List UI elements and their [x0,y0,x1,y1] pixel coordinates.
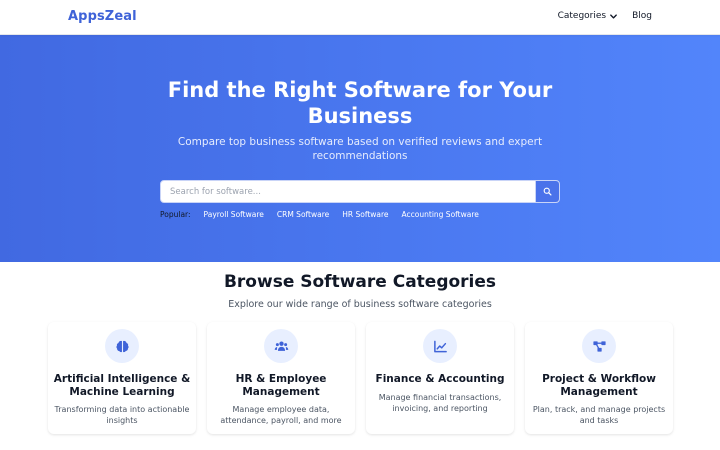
card-title-line2: Management [560,386,638,398]
search-button[interactable] [535,181,559,202]
card-title: Finance & Accounting [366,373,514,386]
card-description: Plan, track, and manage projects and tas… [525,404,673,426]
category-card-project[interactable]: Project & Workflow Management Plan, trac… [525,322,673,434]
popular-searches: Popular: Payroll Software CRM Software H… [160,210,479,219]
project-diagram-icon [582,329,616,363]
category-card-hr[interactable]: HR & Employee Management Manage employee… [207,322,355,434]
categories-menu[interactable]: Categories [558,11,619,21]
navbar: AppsZeal Categories Blog [0,0,720,35]
nav-links: Categories Blog [558,11,652,21]
categories-section-title: Browse Software Categories [223,272,497,292]
logo[interactable]: AppsZeal [68,9,137,24]
users-icon [264,329,298,363]
card-title: Project & Workflow Management [525,373,673,399]
hero-title: Find the Right Software for Your Busines… [0,77,720,129]
card-title-line1: Project & Workflow [542,373,656,385]
brain-icon [105,329,139,363]
hero-section: Find the Right Software for Your Busines… [0,35,720,262]
card-title-line2: Machine Learning [69,386,175,398]
popular-link-accounting[interactable]: Accounting Software [402,210,479,219]
category-card-finance[interactable]: Finance & Accounting Manage financial tr… [366,322,514,434]
search-input[interactable] [161,181,536,202]
card-description: Manage employee data, attendance, payrol… [207,404,355,426]
card-desc-line2: attendance, payroll, and more [220,416,342,425]
popular-label: Popular: [160,210,191,219]
category-cards: Artificial Intelligence & Machine Learni… [48,322,673,434]
card-description: Manage financial transactions, invoicing… [366,392,514,414]
blog-link[interactable]: Blog [632,11,652,21]
category-card-ai[interactable]: Artificial Intelligence & Machine Learni… [48,322,196,434]
card-title: Artificial Intelligence & Machine Learni… [48,373,196,399]
hero-title-line2: Business [307,104,413,128]
hero-title-line1: Find the Right Software for Your [167,78,553,102]
card-desc-line2: invoicing, and reporting [392,404,488,413]
popular-link-hr[interactable]: HR Software [342,210,388,219]
hero-subtitle-line2: recommendations [312,150,408,162]
categories-label: Categories [557,11,607,21]
hero-subtitle-line1: Compare top business software based on v… [177,136,543,148]
card-desc-line2: and tasks [579,416,619,425]
card-desc-line1: Plan, track, and manage projects [532,405,666,414]
chevron-down-icon [610,13,617,19]
card-title-line1: Finance & Accounting [375,373,505,385]
popular-link-payroll[interactable]: Payroll Software [204,210,264,219]
card-title-line1: Artificial Intelligence & [53,373,191,385]
card-description: Transforming data into actionable insigh… [48,404,196,426]
card-desc-line1: Manage financial transactions, [378,393,502,402]
search-icon [543,187,552,196]
chart-line-icon [423,329,457,363]
card-desc-line1: Transforming data into actionable [54,405,190,414]
card-title-line2: Management [242,386,320,398]
card-title: HR & Employee Management [207,373,355,399]
card-desc-line1: Manage employee data, [232,405,330,414]
categories-section-subtitle: Explore our wide range of business softw… [228,299,492,310]
hero-subtitle: Compare top business software based on v… [0,135,720,163]
card-title-line1: HR & Employee [235,373,327,385]
popular-link-crm[interactable]: CRM Software [277,210,329,219]
search-box [160,180,560,203]
card-desc-line2: insights [106,416,138,425]
